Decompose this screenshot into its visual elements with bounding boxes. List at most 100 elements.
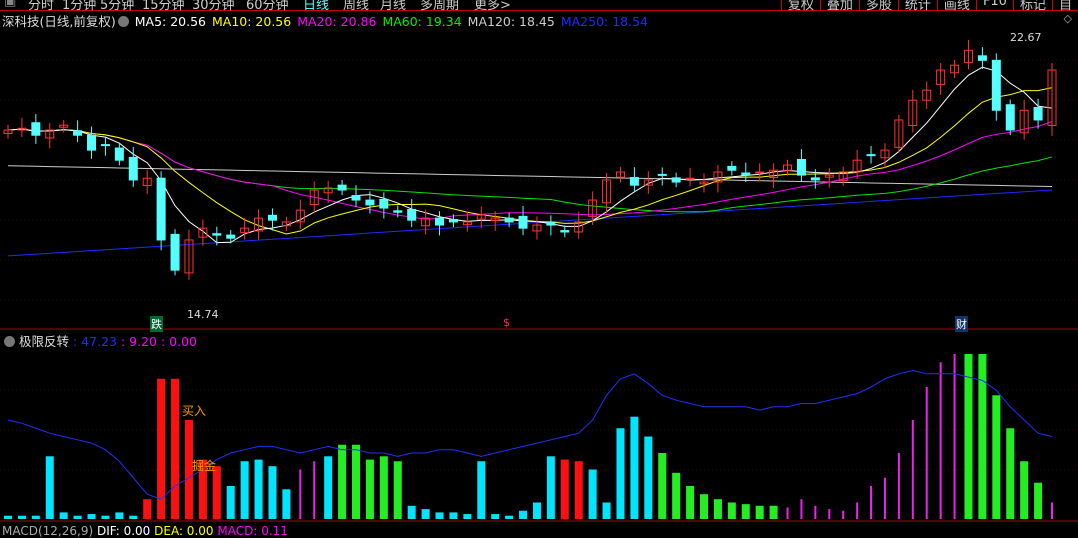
indicator-bar: [171, 378, 180, 519]
indicator-bar: [883, 477, 886, 519]
indicator-bar: [800, 499, 803, 519]
indicator-bar: [463, 514, 472, 519]
candle-body: [810, 177, 820, 181]
indicator-name: 极限反转: [19, 334, 70, 349]
candle-body: [1005, 104, 1015, 131]
indicator-bar: [129, 515, 138, 519]
indicator-bar: [939, 362, 942, 519]
candle-body: [741, 172, 751, 176]
indicator-bar: [226, 486, 235, 519]
candle-body: [267, 214, 277, 221]
candle-body: [393, 210, 403, 213]
indicator-bar: [992, 395, 1001, 519]
indicator-bar: [978, 354, 987, 519]
macd-dea: DEA: 0.00: [154, 524, 214, 538]
indicator-legend: 极限反转 : 47.23 : 9.20 : 0.00: [2, 331, 197, 350]
indicator-bar: [268, 466, 277, 519]
indicator-bar: [727, 502, 736, 519]
indicator-bar: [407, 505, 416, 519]
indicator-bar: [1034, 482, 1043, 519]
candle-body: [866, 154, 876, 157]
buy-signal-label: 买入: [182, 404, 207, 418]
candle-body: [73, 130, 83, 136]
candle-body: [977, 55, 987, 61]
candle-body: [727, 165, 737, 171]
indicator-bar: [299, 469, 302, 519]
indicator-bar: [421, 509, 430, 519]
indicator-bar: [45, 456, 54, 519]
indicator-bar: [435, 512, 444, 519]
macd-dif: DIF: 0.00: [96, 524, 151, 538]
indicator-bar: [505, 515, 514, 519]
candle-body: [114, 147, 124, 161]
candle-body: [128, 156, 138, 181]
indicator-bar: [588, 469, 597, 519]
indicator-bar: [686, 486, 695, 519]
indicator-bar: [870, 486, 873, 519]
indicator-bar: [700, 494, 708, 519]
indicator-bar: [491, 514, 500, 519]
candle-body: [407, 208, 417, 221]
indicator-bar: [953, 354, 956, 519]
indicator-bar: [616, 428, 625, 519]
indicator-bar: [519, 510, 528, 519]
low-price-label: 14.74: [187, 308, 219, 321]
candle-body: [1033, 106, 1043, 121]
indicator-bar: [755, 505, 764, 519]
candle-body: [991, 59, 1001, 111]
indicator-bar: [282, 489, 291, 519]
candle-body: [365, 199, 375, 206]
indicator-bar: [352, 444, 360, 519]
indicator-bar: [240, 461, 249, 519]
candle-body: [351, 195, 361, 201]
indicator-v2: : 9.20: [120, 334, 157, 349]
cai-marker[interactable]: 财: [955, 316, 968, 332]
indicator-bar: [828, 509, 831, 519]
indicator-bar: [31, 515, 40, 519]
indicator-bar: [1051, 502, 1053, 519]
dropdown-icon[interactable]: [4, 336, 15, 347]
candle-body: [226, 234, 236, 239]
indicator-bar: [73, 515, 82, 519]
candle-body: [755, 171, 765, 174]
indicator-bar: [449, 512, 458, 519]
indicator-bar: [254, 459, 263, 519]
indicator-bar: [602, 502, 611, 519]
indicator-bar: [365, 459, 374, 519]
indicator-bar: [741, 504, 750, 519]
indicator-bar: [658, 453, 667, 519]
candle-body: [156, 177, 166, 241]
indicator-bar: [338, 444, 347, 519]
indicator-bar: [532, 502, 541, 519]
indicator-bar: [324, 456, 333, 519]
dollar-marker[interactable]: $: [503, 316, 510, 329]
indicator-bar: [546, 456, 555, 519]
indicator-bar: [964, 354, 973, 519]
indicator-bar: [911, 420, 914, 519]
indicator-bar: [393, 461, 402, 519]
candle-body: [379, 198, 389, 209]
candle-body: [546, 221, 556, 226]
candle-body: [657, 173, 667, 176]
candle-body: [337, 184, 347, 191]
indicator-bar: [1006, 428, 1015, 519]
indicator-v1: : 47.23: [73, 334, 117, 349]
indicator-bar: [630, 416, 639, 519]
indicator-bar: [143, 499, 152, 519]
candle-body: [170, 233, 180, 271]
indicator-bar: [925, 387, 928, 519]
high-price-label: 22.67: [1010, 31, 1042, 44]
candle-body: [504, 217, 514, 223]
indicator-bar: [842, 510, 845, 519]
macd-macd: MACD: 0.11: [217, 524, 288, 538]
candle-body: [212, 233, 222, 236]
candle-body: [671, 177, 681, 183]
indicator-bar: [786, 507, 789, 519]
candle-body: [435, 217, 445, 226]
die-marker[interactable]: 跌: [150, 316, 163, 332]
indicator-bar: [713, 499, 722, 519]
candle-body: [87, 134, 97, 151]
candle-body: [560, 230, 570, 233]
indicator-bar: [672, 472, 681, 519]
candle-body: [796, 158, 806, 176]
